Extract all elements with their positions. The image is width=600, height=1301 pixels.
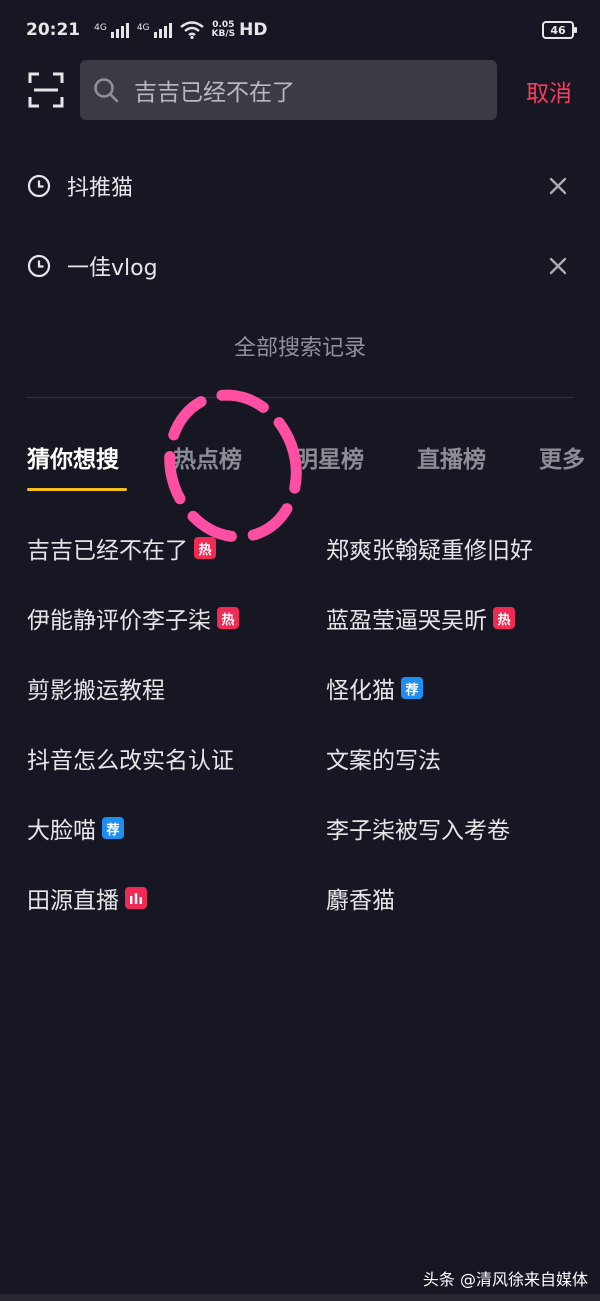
- search-icon: [94, 78, 119, 103]
- clock-icon: [27, 174, 51, 198]
- suggestion-item[interactable]: 怪化猫 荐: [326, 671, 423, 705]
- suggestion-item[interactable]: 郑爽张翰疑重修旧好: [326, 531, 533, 565]
- annotation-circle: [164, 389, 302, 543]
- signal-icon-sim1: 4G: [94, 22, 129, 38]
- wifi-icon: [179, 21, 204, 39]
- close-icon[interactable]: [548, 176, 568, 196]
- net-speed: 0.05 KB/S: [211, 20, 236, 39]
- recommend-badge: 荐: [401, 677, 423, 699]
- all-history-link[interactable]: 全部搜索记录: [0, 330, 600, 362]
- suggestion-item[interactable]: 文案的写法: [326, 741, 441, 775]
- history-item-label: 一佳vlog: [67, 256, 158, 281]
- suggestion-item[interactable]: 李子柒被写入考卷: [326, 811, 510, 845]
- status-time: 20:21: [26, 20, 81, 40]
- hd-indicator: HD: [239, 20, 268, 40]
- search-input[interactable]: [134, 77, 464, 103]
- search-bar-row: 取消: [0, 60, 600, 120]
- recommend-badge: 荐: [102, 817, 124, 839]
- history-item[interactable]: 抖推猫: [0, 156, 600, 216]
- suggestion-item[interactable]: 剪影搬运教程: [27, 671, 165, 705]
- tab-guess[interactable]: 猜你想搜: [27, 440, 119, 474]
- suggestion-item[interactable]: 伊能静评价李子柒 热: [27, 601, 239, 635]
- live-icon: [125, 887, 147, 909]
- hot-badge: 热: [493, 607, 515, 629]
- bottom-strip: [0, 1294, 600, 1301]
- tab-indicator: [27, 488, 127, 491]
- tab-more[interactable]: 更多: [539, 440, 585, 474]
- tab-live-list[interactable]: 直播榜: [417, 440, 486, 474]
- signal-icon-sim2: 4G: [137, 22, 172, 38]
- hot-badge: 热: [217, 607, 239, 629]
- suggestion-item[interactable]: 蓝盈莹逼哭吴昕 热: [326, 601, 515, 635]
- clock-icon: [27, 254, 51, 278]
- suggestion-item[interactable]: 大脸喵 荐: [27, 811, 124, 845]
- watermark: 头条 @清风徐来自媒体: [422, 1270, 588, 1289]
- suggestion-item[interactable]: 田源直播: [27, 881, 147, 915]
- scan-icon[interactable]: [28, 72, 64, 108]
- search-box[interactable]: [80, 60, 497, 120]
- cancel-button[interactable]: 取消: [526, 74, 572, 108]
- status-bar: 20:21 4G 4G 0.05 KB/S HD 46: [0, 0, 600, 60]
- close-icon[interactable]: [548, 256, 568, 276]
- suggestion-item[interactable]: 麝香猫: [326, 881, 395, 915]
- history-item-label: 抖推猫: [67, 176, 134, 201]
- history-item[interactable]: 一佳vlog: [0, 236, 600, 296]
- suggestion-item[interactable]: 抖音怎么改实名认证: [27, 741, 234, 775]
- battery-icon: 46: [542, 21, 577, 39]
